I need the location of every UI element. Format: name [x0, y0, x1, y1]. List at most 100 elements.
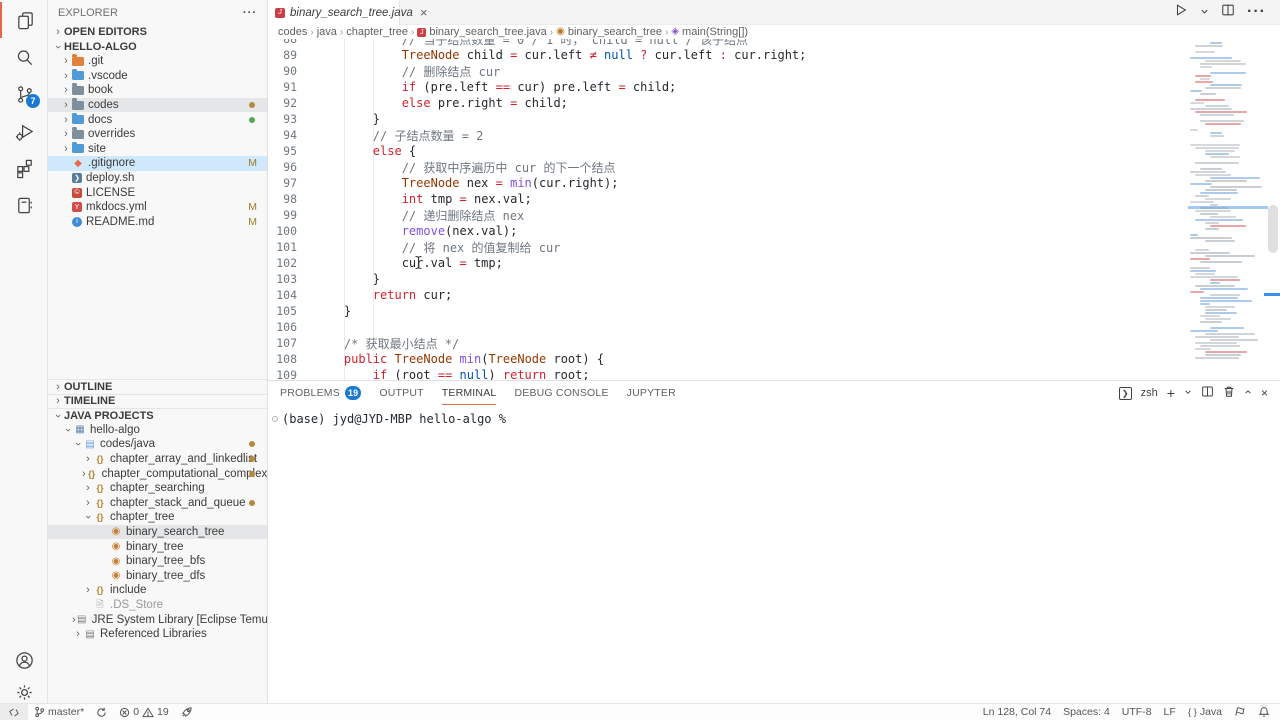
code-line-100[interactable]: 100 remove(nex.val); — [268, 223, 1280, 239]
java-tree-item-codes-java[interactable]: ›▤codes/java — [48, 437, 267, 452]
kill-terminal-trash-icon[interactable] — [1223, 385, 1235, 401]
code-line-93[interactable]: 93 } — [268, 111, 1280, 127]
sync-icon[interactable] — [90, 704, 113, 720]
explorer-item-readme-md[interactable]: iREADME.mdM — [48, 215, 267, 230]
code-line-99[interactable]: 99 // 递归删除结点 nex — [268, 207, 1280, 223]
terminal[interactable]: (base) jyd@JYD-MBP hello-algo % — [268, 405, 1280, 426]
editor-more-actions-icon[interactable]: ··· — [1247, 3, 1266, 21]
java-tree-item-hello-algo[interactable]: ›▦hello-algo — [48, 423, 267, 438]
encoding-status[interactable]: UTF-8 — [1116, 704, 1158, 720]
breadcrumb-item[interactable]: binary_search_tree — [568, 26, 662, 38]
java-tree-item-binary-tree-bfs[interactable]: ◉binary_tree_bfs — [48, 554, 267, 569]
workspace-root-section[interactable]: › HELLO-ALGO — [48, 40, 267, 55]
split-editor-icon[interactable] — [1221, 3, 1235, 22]
explorer-item-license[interactable]: ©LICENSE — [48, 185, 267, 200]
code-area[interactable]: 88 // 当子结点数量 = 0 / 1 时， child = null / 该… — [268, 39, 1280, 380]
shell-name[interactable]: zsh — [1141, 387, 1158, 399]
java-tree-item-binary-tree[interactable]: ◉binary_tree — [48, 539, 267, 554]
explorer-item-docs[interactable]: ›docs — [48, 112, 267, 127]
panel-tab-terminal[interactable]: TERMINAL — [442, 381, 497, 405]
branch-status[interactable]: master* — [28, 704, 90, 720]
explorer-item-codes[interactable]: ›codes — [48, 98, 267, 113]
split-terminal-icon[interactable] — [1201, 385, 1214, 401]
more-actions-icon[interactable]: ··· — [243, 7, 257, 19]
terminal-launch-icon[interactable]: ❯ — [1119, 387, 1132, 400]
explorer-item-deploy-sh[interactable]: ❯deploy.sh — [48, 171, 267, 186]
explorer-item--vscode[interactable]: ›.vscode — [48, 69, 267, 84]
java-tree-item-chapter-stack-and-queue[interactable]: ›{}chapter_stack_and_queue — [48, 495, 267, 510]
java-projects-section[interactable]: › JAVA PROJECTS — [48, 408, 267, 423]
source-control-icon[interactable]: 7 — [0, 76, 48, 112]
tab-binary-search-tree[interactable]: J binary_search_tree.java × — [268, 0, 400, 25]
code-line-101[interactable]: 101 // 将 nex 的值复制给 cur — [268, 239, 1280, 255]
breadcrumb-item[interactable]: chapter_tree — [346, 26, 408, 38]
java-tree-item-jre-system-library-eclipse-temurin-17-17-[interactable]: ›▤JRE System Library [Eclipse Temurin 17… — [48, 612, 267, 627]
java-tree-item-referenced-libraries[interactable]: ›▤Referenced Libraries — [48, 627, 267, 642]
code-line-91[interactable]: 91 if (pre.left == cur) pre.left = child… — [268, 79, 1280, 95]
indentation-status[interactable]: Spaces: 4 — [1057, 704, 1116, 720]
code-line-97[interactable]: 97 TreeNode nex = min(cur.right); — [268, 175, 1280, 191]
java-tree-item-chapter-searching[interactable]: ›{}chapter_searching — [48, 481, 267, 496]
code-line-109[interactable]: 109 if (root == null) return root; — [268, 367, 1280, 380]
breadcrumb-item[interactable]: java — [317, 26, 337, 38]
explorer-icon[interactable] — [0, 2, 48, 38]
eol-status[interactable]: LF — [1158, 704, 1182, 720]
rocket-icon[interactable] — [175, 704, 199, 720]
scrollbar-thumb[interactable] — [1268, 205, 1278, 253]
explorer-item-book[interactable]: ›book — [48, 83, 267, 98]
java-tree-item-chapter-computational-complexity[interactable]: ›{}chapter_computational_complexity — [48, 466, 267, 481]
language-mode-status[interactable]: { } Java — [1182, 704, 1228, 720]
accounts-icon[interactable] — [0, 642, 48, 678]
timeline-section[interactable]: › TIMELINE — [48, 394, 267, 409]
java-tree-item-chapter-tree[interactable]: ›{}chapter_tree — [48, 510, 267, 525]
code-line-94[interactable]: 94 // 子结点数量 = 2 — [268, 127, 1280, 143]
feedback-pennant-icon[interactable] — [1228, 704, 1252, 720]
panel-tab-problems[interactable]: PROBLEMS19 — [280, 381, 361, 405]
new-terminal-icon[interactable]: + — [1167, 385, 1175, 401]
search-icon[interactable] — [0, 39, 48, 75]
breadcrumb-item[interactable]: binary_search_tree.java — [429, 26, 546, 38]
java-tree-item--ds-store[interactable]: 🗎.DS_Store — [48, 598, 267, 613]
close-panel-icon[interactable]: × — [1261, 386, 1268, 400]
java-tree-item-include[interactable]: ›{}include — [48, 583, 267, 598]
code-line-104[interactable]: 104 return cur; — [268, 287, 1280, 303]
code-line-98[interactable]: 98 int tmp = nex.val; — [268, 191, 1280, 207]
notifications-bell-icon[interactable] — [1252, 704, 1280, 720]
explorer-item-mkdocs-yml[interactable]: Ymkdocs.ymlM — [48, 200, 267, 215]
tab-close-icon[interactable]: × — [420, 5, 428, 20]
maximize-panel-chevron-icon[interactable] — [1244, 387, 1252, 399]
explorer-item--git[interactable]: ›.git — [48, 54, 267, 69]
code-line-105[interactable]: 105 } — [268, 303, 1280, 319]
outline-section[interactable]: › OUTLINE — [48, 379, 267, 394]
run-button[interactable] — [1174, 3, 1188, 22]
code-line-92[interactable]: 92 else pre.right = child; — [268, 95, 1280, 111]
code-line-96[interactable]: 96 // 获取中序遍历中 cur 的下一个结点 — [268, 159, 1280, 175]
code-line-89[interactable]: 89 TreeNode child = cur.left ≠ null ? cu… — [268, 47, 1280, 63]
breadcrumb-item[interactable]: main(String[]) — [682, 26, 748, 38]
code-line-108[interactable]: 108 public TreeNode min(TreeNode root) { — [268, 351, 1280, 367]
java-tree-item-chapter-array-and-linkedlist[interactable]: ›{}chapter_array_and_linkedlist — [48, 452, 267, 467]
code-line-95[interactable]: 95 else { — [268, 143, 1280, 159]
open-editors-section[interactable]: › OPEN EDITORS — [48, 25, 267, 40]
code-line-107[interactable]: 107 /* 获取最小结点 */ — [268, 335, 1280, 351]
explorer-item--gitignore[interactable]: ◆.gitignoreM — [48, 156, 267, 171]
code-line-106[interactable]: 106 — [268, 319, 1280, 335]
breadcrumb-item[interactable]: codes — [278, 26, 307, 38]
java-tree-item-binary-tree-dfs[interactable]: ◉binary_tree_dfs — [48, 568, 267, 583]
cursor-position-status[interactable]: Ln 128, Col 74 — [977, 704, 1057, 720]
panel-tab-debug-console[interactable]: DEBUG CONSOLE — [514, 381, 608, 405]
extensions-icon[interactable] — [0, 150, 48, 186]
explorer-item-site[interactable]: ›site — [48, 142, 267, 157]
code-line-90[interactable]: 90 // 删除结点 cur — [268, 63, 1280, 79]
terminal-dropdown-chevron-icon[interactable] — [1184, 387, 1192, 399]
explorer-item-overrides[interactable]: ›overrides — [48, 127, 267, 142]
panel-tab-jupyter[interactable]: JUPYTER — [627, 381, 676, 405]
code-line-88[interactable]: 88 // 当子结点数量 = 0 / 1 时， child = null / 该… — [268, 39, 1280, 47]
panel-tab-output[interactable]: OUTPUT — [379, 381, 423, 405]
run-debug-icon[interactable] — [0, 113, 48, 149]
remote-indicator-icon[interactable] — [0, 704, 28, 720]
problems-status[interactable]: 0 19 — [113, 704, 175, 720]
notebook-icon[interactable] — [0, 187, 48, 223]
run-dropdown-chevron-icon[interactable] — [1200, 3, 1209, 21]
java-tree-item-binary-search-tree[interactable]: ◉binary_search_tree — [48, 525, 267, 540]
